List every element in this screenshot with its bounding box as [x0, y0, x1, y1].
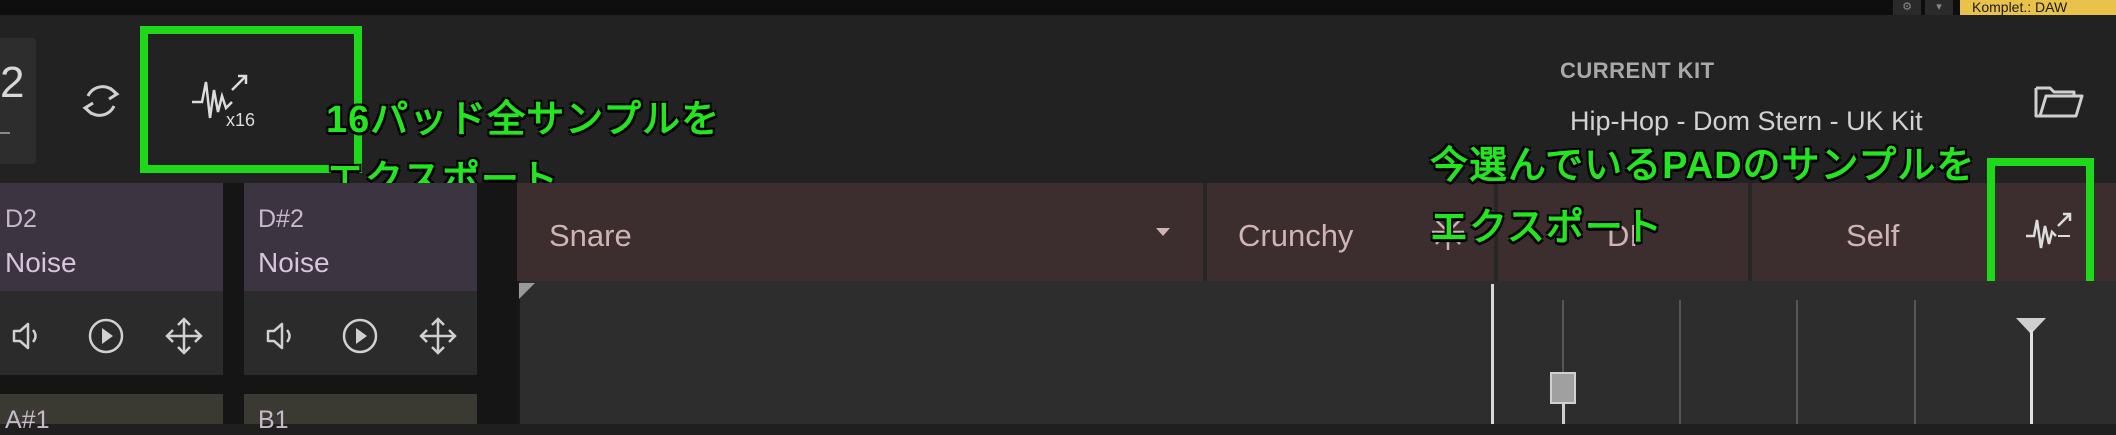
annotation-export-pad-line2: エクスポート	[1430, 207, 1663, 249]
move-icon[interactable]	[164, 316, 204, 356]
speaker-icon[interactable]	[8, 316, 48, 356]
waveform-export-icon[interactable]: x16	[188, 68, 268, 128]
divider	[1748, 183, 1752, 281]
divider	[1203, 183, 1207, 281]
slider-track	[1562, 404, 1565, 424]
grid-line	[1679, 300, 1681, 424]
plugin-name-badge[interactable]: Komplet.: DAW	[1960, 0, 2116, 15]
number-display-underline	[0, 132, 10, 134]
end-marker-line[interactable]	[2030, 330, 2033, 424]
speaker-icon[interactable]	[262, 316, 302, 356]
refresh-icon[interactable]	[74, 74, 128, 128]
playhead-marker[interactable]	[1491, 284, 1494, 424]
grid-line	[1914, 300, 1916, 424]
pad-note: B1	[258, 406, 289, 434]
chevron-down-icon[interactable]	[1156, 228, 1170, 236]
play-icon[interactable]	[86, 316, 126, 356]
pad-note: D#2	[258, 205, 304, 233]
folder-icon[interactable]	[2032, 80, 2086, 122]
number-display-text: 2	[0, 58, 25, 107]
pad-note: D2	[5, 205, 37, 233]
annotation-export-pad-line1: 今選んでいるPADのサンプルを	[1430, 145, 1976, 187]
play-icon[interactable]	[340, 316, 380, 356]
system-top-strip: ⚙ ▾ Komplet.: DAW	[0, 0, 2116, 15]
pad-note: A#1	[5, 406, 50, 434]
gear-icon[interactable]: ⚙	[1893, 0, 1921, 15]
grid-line	[1796, 300, 1798, 424]
envelope-area[interactable]	[517, 281, 2116, 424]
slider-handle[interactable]	[1550, 372, 1576, 404]
annotation-export-all-line1: 16パッド全サンプルを	[326, 99, 721, 141]
instrument-type-select[interactable]: Snare	[549, 218, 632, 254]
start-marker-icon[interactable]	[519, 283, 535, 299]
character-tab[interactable]: Crunchy	[1238, 218, 1353, 254]
pad-sample-name: Noise	[5, 247, 77, 278]
current-kit-name[interactable]: Hip-Hop - Dom Stern - UK Kit	[1570, 106, 1923, 137]
self-tab[interactable]: Self	[1846, 218, 1899, 254]
divider	[517, 281, 520, 424]
waveform-export-icon[interactable]	[2024, 206, 2080, 254]
move-icon[interactable]	[418, 316, 458, 356]
chevron-down-icon[interactable]: ▾	[1925, 0, 1953, 15]
pad-sample-name: Noise	[258, 247, 330, 278]
current-kit-label: CURRENT KIT	[1560, 58, 1715, 83]
svg-text:x16: x16	[226, 110, 255, 128]
